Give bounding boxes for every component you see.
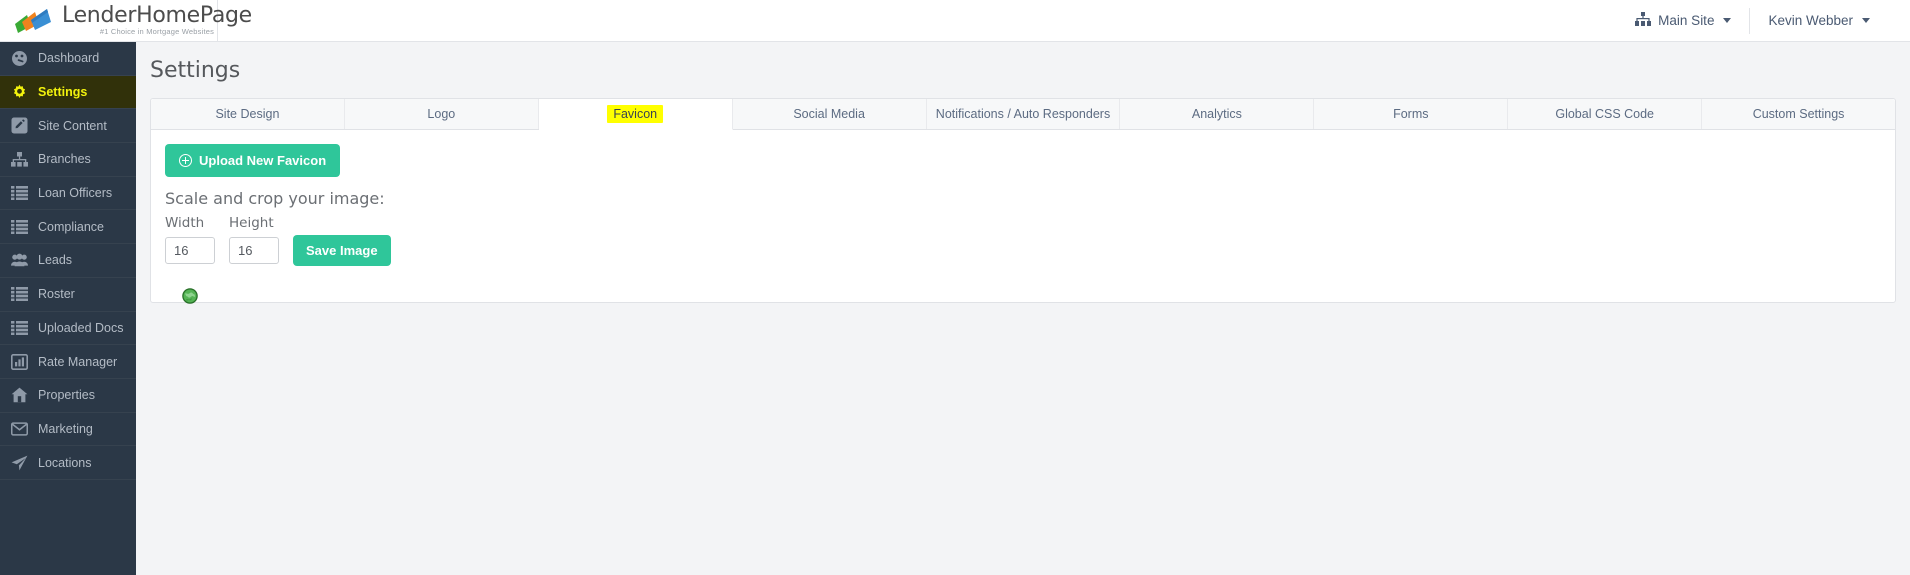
tab-forms[interactable]: Forms	[1314, 99, 1509, 129]
list-icon	[11, 286, 28, 303]
brand-name: LenderHomePage	[62, 3, 252, 29]
sidebar-item-label: Site Content	[38, 118, 107, 133]
tab-site-design[interactable]: Site Design	[151, 99, 345, 129]
upload-new-favicon-button[interactable]: Upload New Favicon	[165, 144, 341, 177]
tab-label: Site Design	[215, 107, 280, 121]
pencil-square-icon	[11, 117, 28, 134]
users-icon	[11, 252, 28, 269]
sidebar-item-label: Properties	[38, 388, 95, 403]
tab-label: Analytics	[1191, 107, 1242, 121]
tab-logo[interactable]: Logo	[345, 99, 539, 129]
page-title: Settings	[150, 58, 241, 83]
sidebar-item-loan-officers[interactable]: Loan Officers	[0, 177, 136, 211]
sidebar-item-branches[interactable]: Branches	[0, 143, 136, 177]
fanned-pages-logo-icon	[14, 6, 56, 36]
site-selector[interactable]: Main Site	[1617, 0, 1749, 42]
user-menu-label: Kevin Webber	[1768, 13, 1853, 28]
height-input[interactable]	[229, 237, 279, 264]
sidebar-item-site-content[interactable]: Site Content	[0, 109, 136, 144]
top-header: LenderHomePage #1 Choice in Mortgage Web…	[0, 0, 1910, 42]
list-icon	[11, 319, 28, 336]
list-icon	[11, 185, 28, 202]
sidebar-item-marketing[interactable]: Marketing	[0, 413, 136, 447]
sidebar-item-label: Leads	[38, 253, 73, 268]
sitemap-icon	[1635, 12, 1652, 29]
chevron-down-icon	[1862, 18, 1870, 23]
plus-circle-icon	[179, 154, 192, 167]
upload-button-label: Upload New Favicon	[199, 153, 327, 168]
sidebar-item-roster[interactable]: Roster	[0, 278, 136, 312]
paper-plane-icon	[11, 454, 28, 471]
tab-label: Logo	[427, 107, 456, 121]
sitemap-icon	[11, 151, 28, 168]
user-menu[interactable]: Kevin Webber	[1750, 0, 1888, 42]
sidebar-item-label: Dashboard	[38, 51, 100, 66]
sidebar-item-label: Settings	[38, 85, 88, 100]
height-label: Height	[229, 215, 274, 231]
sidebar-item-properties[interactable]: Properties	[0, 379, 136, 413]
tab-social-media[interactable]: Social Media	[733, 99, 927, 129]
main-content: Settings Site Design Logo Favicon Social…	[136, 42, 1910, 575]
tab-label: Notifications / Auto Responders	[935, 107, 1111, 121]
bar-chart-icon	[11, 353, 28, 370]
sidebar-item-locations[interactable]: Locations	[0, 446, 136, 480]
gear-icon	[11, 84, 28, 101]
tab-label: Custom Settings	[1752, 107, 1845, 121]
tab-global-css[interactable]: Global CSS Code	[1508, 99, 1703, 129]
globe-favicon-icon	[182, 288, 198, 304]
tab-label: Forms	[1393, 107, 1429, 121]
sidebar-item-compliance[interactable]: Compliance	[0, 210, 136, 245]
top-header-right: Main Site Kevin Webber	[1617, 0, 1910, 42]
sidebar-item-label: Rate Manager	[38, 354, 118, 369]
tab-label: Favicon	[607, 105, 664, 123]
tab-favicon[interactable]: Favicon	[538, 99, 733, 130]
dashboard-gauge-icon	[11, 50, 28, 67]
site-selector-label: Main Site	[1658, 13, 1715, 28]
favicon-tab-panel: Upload New Favicon Scale and crop your i…	[151, 130, 1895, 304]
tab-analytics[interactable]: Analytics	[1120, 99, 1315, 129]
dimension-labels: Width Height	[165, 215, 1895, 231]
chevron-down-icon	[1723, 18, 1732, 23]
sidebar-item-leads[interactable]: Leads	[0, 244, 136, 278]
scale-crop-heading: Scale and crop your image:	[165, 189, 385, 208]
settings-tabs: Site Design Logo Favicon Social Media No…	[151, 99, 1895, 130]
tab-label: Global CSS Code	[1555, 107, 1655, 121]
width-input[interactable]	[165, 237, 215, 264]
tab-notifications[interactable]: Notifications / Auto Responders	[927, 99, 1121, 129]
home-icon	[11, 387, 28, 404]
brand-logo-area[interactable]: LenderHomePage #1 Choice in Mortgage Web…	[0, 0, 252, 42]
sidebar: Dashboard Settings Site Content Branches	[0, 42, 147, 575]
brand-tagline: #1 Choice in Mortgage Websites	[99, 27, 215, 37]
sidebar-item-uploaded-docs[interactable]: Uploaded Docs	[0, 312, 136, 346]
sidebar-item-label: Branches	[38, 152, 91, 167]
sidebar-item-label: Roster	[38, 287, 75, 302]
sidebar-item-rate-manager[interactable]: Rate Manager	[0, 345, 136, 379]
envelope-icon	[11, 420, 28, 437]
dimension-fields: Save Image	[165, 235, 1895, 266]
width-label: Width	[165, 215, 205, 231]
sidebar-item-dashboard[interactable]: Dashboard	[0, 42, 136, 76]
sidebar-item-settings[interactable]: Settings	[0, 75, 147, 110]
settings-panel: Site Design Logo Favicon Social Media No…	[150, 98, 1896, 304]
list-icon	[11, 218, 28, 235]
tab-label: Social Media	[793, 107, 865, 121]
save-image-button[interactable]: Save Image	[293, 235, 391, 266]
sidebar-item-label: Uploaded Docs	[38, 320, 124, 335]
sidebar-item-label: Marketing	[38, 421, 93, 436]
sidebar-item-label: Locations	[38, 455, 92, 470]
sidebar-item-label: Loan Officers	[38, 186, 113, 201]
sidebar-item-label: Compliance	[38, 219, 105, 234]
tab-custom-settings[interactable]: Custom Settings	[1702, 99, 1895, 129]
app-root: LenderHomePage #1 Choice in Mortgage Web…	[0, 0, 1910, 575]
